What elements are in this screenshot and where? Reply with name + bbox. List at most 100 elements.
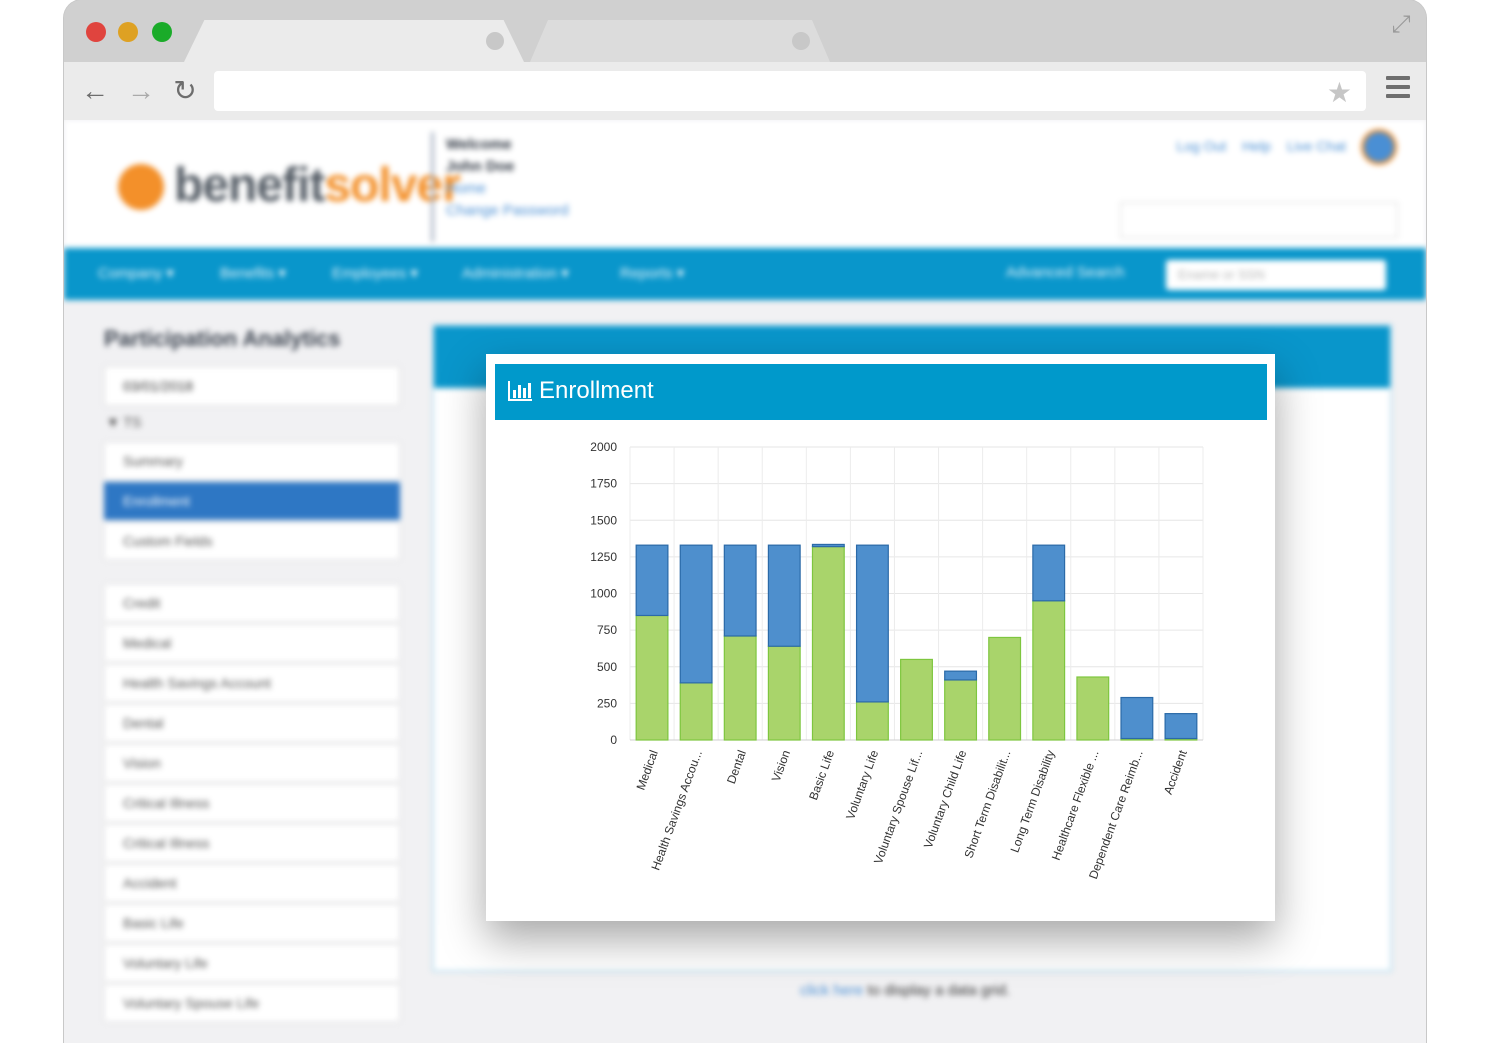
- x-tick-label: Voluntary Child Life: [921, 748, 970, 850]
- bar-segment-series1: [855, 701, 889, 741]
- nav-employees[interactable]: Employees ▾: [332, 264, 418, 282]
- x-tick-label: Healthcare Flexible ...: [1049, 748, 1102, 862]
- bar-segment-series1: [1076, 676, 1110, 741]
- sidebar-item-vision[interactable]: Vision: [104, 744, 400, 782]
- sidebar-item-critical-illness-2[interactable]: Critical Illness: [104, 824, 400, 862]
- user-name: John Doe: [446, 158, 515, 175]
- nav-administration[interactable]: Administration ▾: [462, 264, 569, 282]
- search-placeholder: Ename or SSN: [1178, 267, 1265, 282]
- bar-segment-series1: [988, 636, 1022, 741]
- date-select-value: 03/01/2018: [123, 378, 194, 394]
- bar-segment-series1: [635, 614, 669, 741]
- home-link[interactable]: Home: [446, 178, 569, 200]
- sidebar-item-accident[interactable]: Accident: [104, 864, 400, 902]
- bar-segment-series1: [944, 679, 978, 741]
- enrollment-card: Enrollment 0 250 500 750 1000 1250 1500 1750 200…: [486, 354, 1275, 921]
- bar-segment-series2: [1164, 713, 1198, 740]
- sidebar-item-medical[interactable]: Medical: [104, 624, 400, 662]
- sidebar-item-dental[interactable]: Dental: [104, 704, 400, 742]
- logo-text-part2: solver: [324, 159, 460, 212]
- zoom-window-button[interactable]: [152, 22, 172, 42]
- bar-segment-series1: [1032, 600, 1066, 741]
- x-tick-label: Basic Life: [806, 748, 837, 802]
- sidebar-item-enrollment[interactable]: Enrollment: [104, 482, 400, 520]
- tab-close-icon[interactable]: [792, 32, 810, 50]
- bookmark-star-icon[interactable]: ★: [1327, 76, 1352, 109]
- advanced-search-link[interactable]: Advanced Search: [1006, 264, 1124, 281]
- bar-segment-series1: [900, 658, 933, 741]
- data-grid-link[interactable]: click here: [800, 982, 863, 999]
- sidebar-item-summary[interactable]: Summary: [104, 442, 400, 480]
- tab-close-icon[interactable]: [486, 32, 504, 50]
- change-password-link[interactable]: Change Password: [446, 200, 569, 222]
- sidebar-item-hsa[interactable]: Health Savings Account: [104, 664, 400, 702]
- top-links: Log Out Help Live Chat: [1164, 138, 1346, 154]
- x-tick-label: Health Savings Accou...: [648, 748, 705, 872]
- nav-company[interactable]: Company ▾: [98, 264, 174, 282]
- company-select[interactable]: [1120, 202, 1398, 238]
- welcome-block: Welcome John Doe Home Change Password: [446, 134, 569, 222]
- site-header: benefitsolver Welcome John Doe Home Chan…: [64, 120, 1426, 248]
- y-tick-label: 750: [597, 623, 617, 637]
- data-grid-hint: click here to display a data grid.: [800, 982, 1010, 999]
- filter-label[interactable]: ▼ TS: [106, 414, 141, 430]
- employee-search-input[interactable]: Ename or SSN: [1166, 260, 1386, 290]
- fullscreen-icon[interactable]: ⤢: [1388, 12, 1414, 38]
- browser-tab-active[interactable]: [184, 20, 524, 62]
- nav-reports[interactable]: Reports ▾: [620, 264, 684, 282]
- x-tick-label: Long Term Disability: [1008, 748, 1058, 854]
- bar-segment-series1: [679, 682, 713, 741]
- bar-segment-series1: [811, 546, 845, 741]
- data-grid-text: to display a data grid.: [863, 982, 1011, 999]
- nav-benefits[interactable]: Benefits ▾: [220, 264, 286, 282]
- y-tick-label: 500: [597, 660, 617, 674]
- sidebar-item-voluntary-spouse-life[interactable]: Voluntary Spouse Life: [104, 984, 400, 1022]
- welcome-label: Welcome: [446, 136, 512, 153]
- y-tick-label: 1000: [590, 587, 617, 601]
- x-tick-label: Short Term Disabilit...: [961, 748, 1013, 860]
- bar-segment-series1: [723, 635, 757, 741]
- x-tick-label: Vision: [769, 748, 793, 783]
- x-tick-label: Voluntary Spouse Lif...: [871, 748, 925, 866]
- browser-toolbar: ← → ↻ ★: [64, 62, 1426, 120]
- y-tick-label: 1500: [590, 513, 617, 527]
- benefitsolver-logo[interactable]: benefitsolver: [118, 158, 461, 218]
- chat-avatar-icon[interactable]: [1364, 132, 1394, 162]
- enrollment-chart: 025050075010001250150017502000MedicalHea…: [590, 440, 1204, 881]
- help-link[interactable]: Help: [1242, 138, 1271, 154]
- y-tick-label: 250: [597, 696, 617, 710]
- y-tick-label: 1250: [590, 550, 617, 564]
- header-divider: [431, 132, 434, 242]
- logo-mark-icon: [118, 164, 164, 210]
- bar-segment-series2: [767, 544, 801, 647]
- browser-menu-icon[interactable]: [1386, 76, 1410, 100]
- x-tick-label: Voluntary Life: [843, 748, 881, 821]
- address-bar[interactable]: ★: [214, 71, 1366, 111]
- bar-segment-series2: [855, 544, 889, 703]
- browser-tab-inactive[interactable]: [530, 20, 830, 62]
- bar-segment-series2: [635, 544, 669, 617]
- sidebar-title: Participation Analytics: [104, 326, 341, 351]
- sidebar-item-basic-life[interactable]: Basic Life: [104, 904, 400, 942]
- sidebar-item-credit[interactable]: Credit: [104, 584, 400, 622]
- close-window-button[interactable]: [86, 22, 106, 42]
- forward-arrow-icon[interactable]: →: [126, 76, 156, 106]
- sidebar-item-critical-illness[interactable]: Critical Illness: [104, 784, 400, 822]
- y-tick-label: 2000: [590, 440, 617, 454]
- x-tick-label: Accident: [1161, 748, 1190, 797]
- browser-titlebar: ⤢: [64, 0, 1426, 62]
- sidebar-item-custom-fields[interactable]: Custom Fields: [104, 522, 400, 560]
- logo-text-part1: benefit: [174, 159, 325, 212]
- bar-segment-series2: [679, 544, 713, 684]
- live-chat-link[interactable]: Live Chat: [1287, 138, 1346, 154]
- sidebar-item-voluntary-life[interactable]: Voluntary Life: [104, 944, 400, 982]
- back-arrow-icon[interactable]: ←: [80, 76, 110, 106]
- bar-segment-series2: [723, 544, 757, 637]
- logout-link[interactable]: Log Out: [1176, 138, 1226, 154]
- bar-segment-series2: [1120, 696, 1154, 740]
- date-select[interactable]: 03/01/2018: [104, 366, 400, 406]
- minimize-window-button[interactable]: [118, 22, 138, 42]
- bar-segment-series1: [767, 645, 801, 741]
- x-tick-label: Medical: [634, 748, 661, 792]
- reload-icon[interactable]: ↻: [170, 76, 200, 106]
